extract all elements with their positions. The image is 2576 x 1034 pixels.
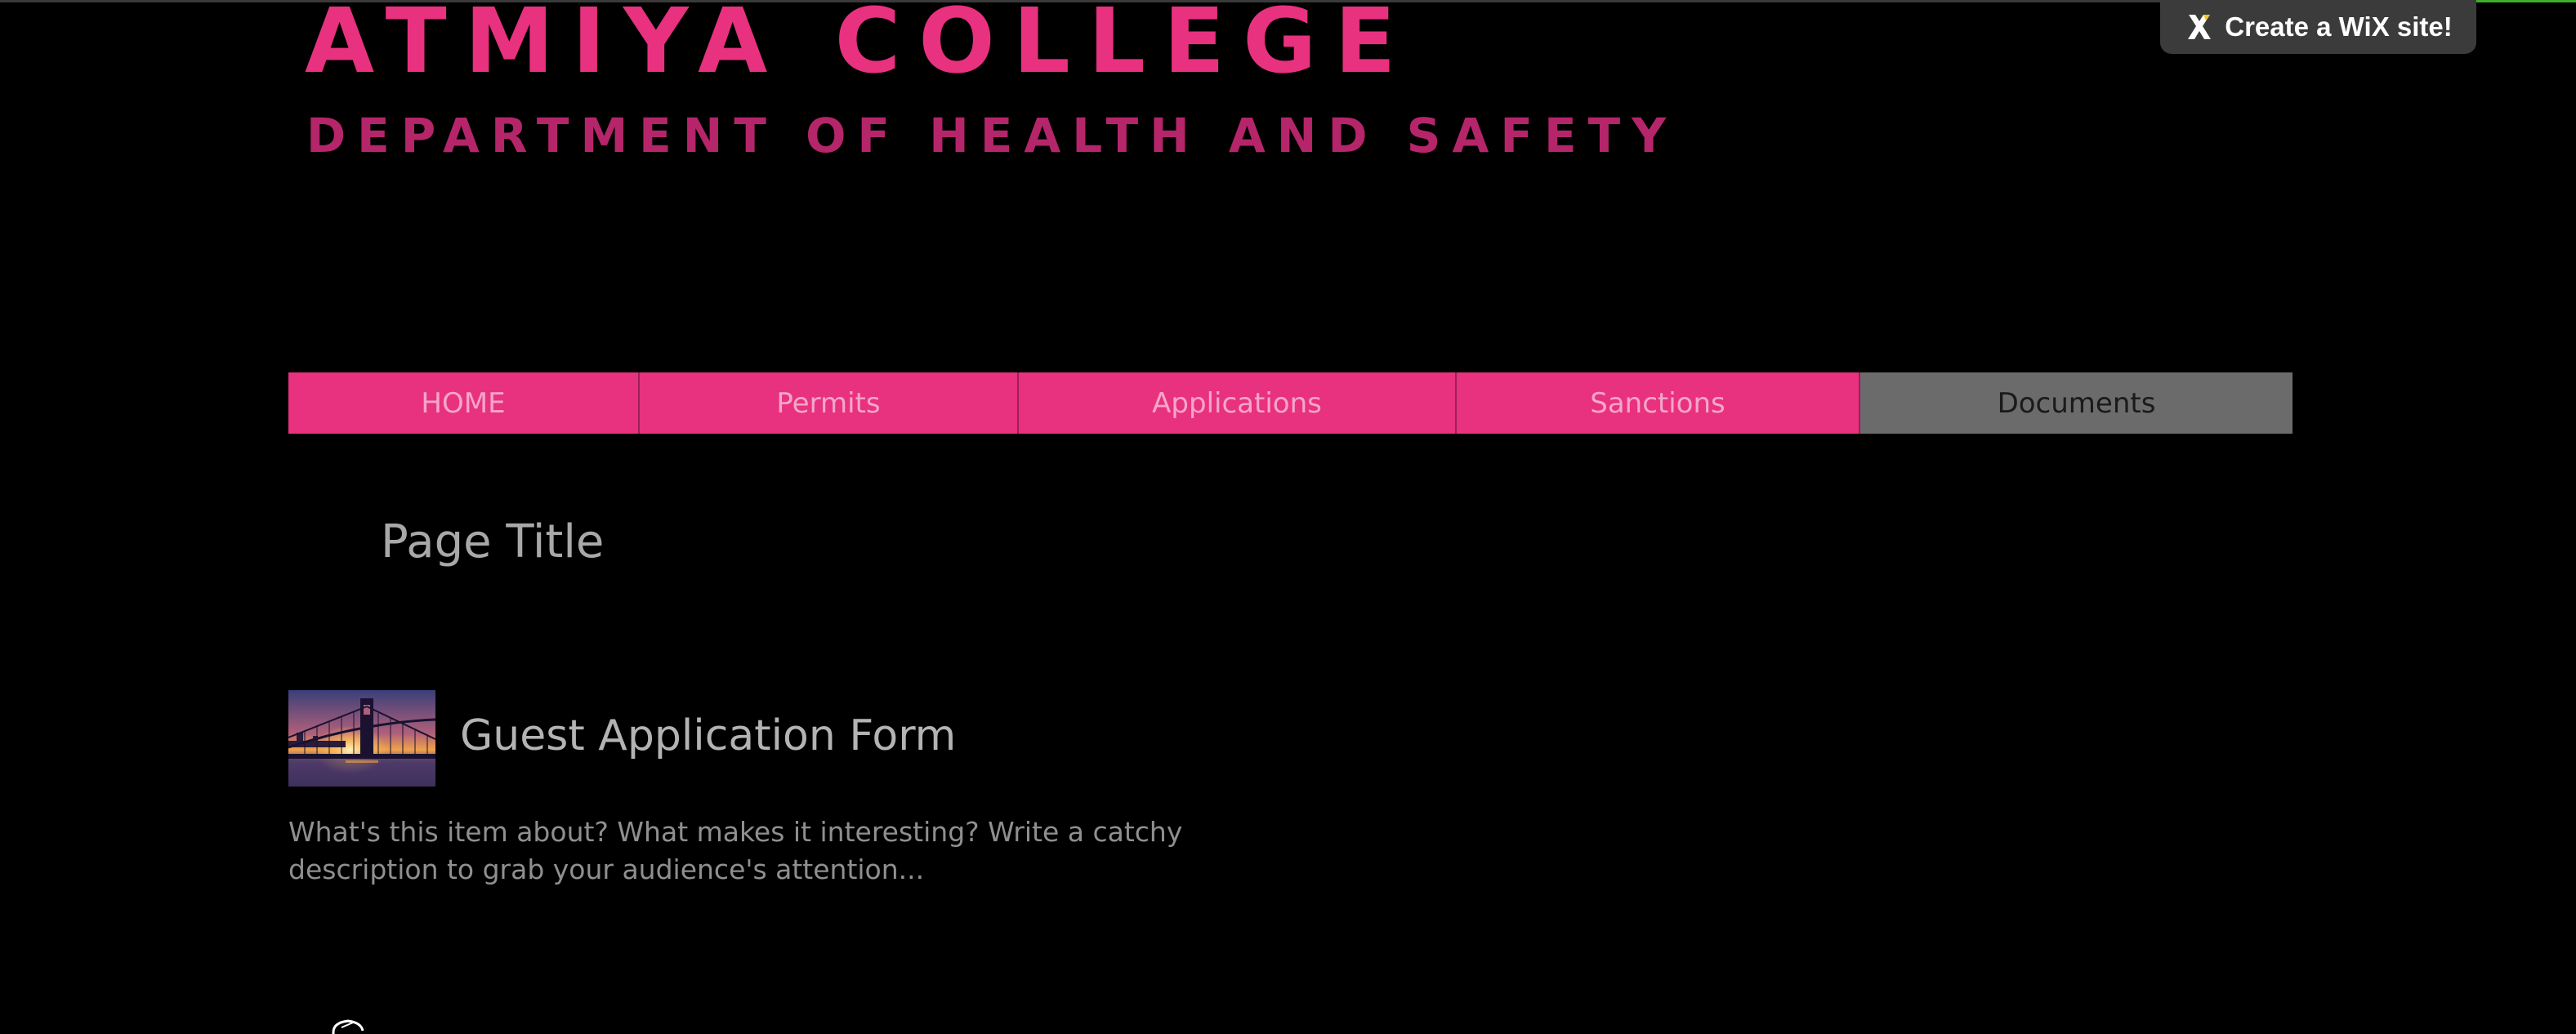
bridge-sunset-image (288, 690, 435, 787)
nav-item-label: Applications (1152, 386, 1322, 420)
nav-item-sanctions[interactable]: Sanctions (1457, 372, 1860, 434)
create-wix-site-button[interactable]: Create a WiX site! (2160, 0, 2476, 54)
nav-item-label: Sanctions (1590, 386, 1726, 420)
partial-icon (332, 1019, 364, 1034)
main-navigation: HOME Permits Applications Sanctions Docu… (288, 372, 2293, 434)
nav-item-label: HOME (421, 386, 506, 420)
nav-item-applications[interactable]: Applications (1019, 372, 1457, 434)
page-title: Page Title (381, 515, 605, 568)
site-title: ATMIYA COLLEGE (305, 0, 1414, 93)
nav-item-label: Permits (776, 386, 881, 420)
item-title-link[interactable]: Guest Application Form (460, 706, 956, 765)
item-description: What's this item about? What makes it in… (288, 816, 1183, 885)
nav-item-label: Documents (1997, 386, 2156, 420)
site-subtitle: DEPARTMENT OF HEALTH AND SAFETY (306, 108, 1678, 163)
wix-logo-icon (2188, 15, 2212, 39)
item-thumbnail-image[interactable] (288, 690, 435, 787)
create-wix-site-label: Create a WiX site! (2225, 11, 2453, 42)
nav-item-documents[interactable]: Documents (1860, 372, 2293, 434)
nav-item-permits[interactable]: Permits (640, 372, 1019, 434)
nav-item-home[interactable]: HOME (288, 372, 640, 434)
